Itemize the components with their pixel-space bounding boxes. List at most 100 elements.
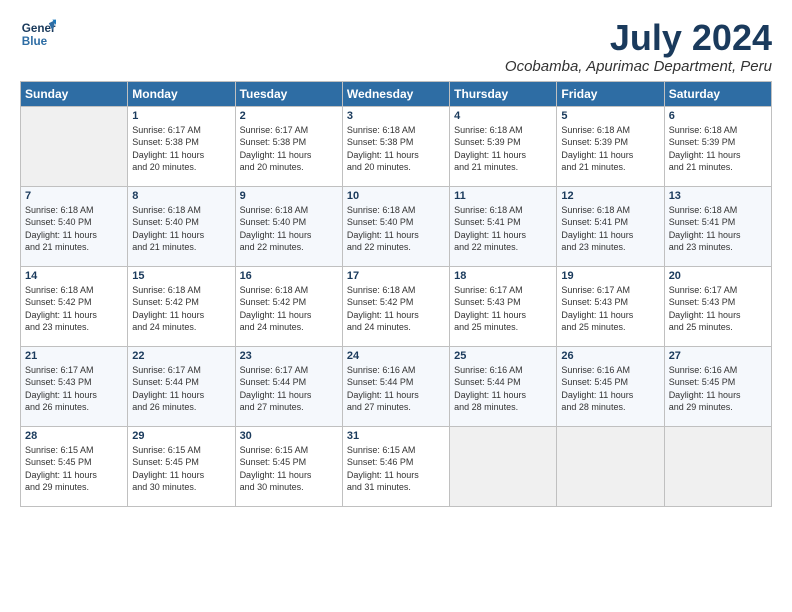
day-cell: 26 Sunrise: 6:16 AM Sunset: 5:45 PM Dayli… bbox=[557, 346, 664, 426]
day-info: Sunrise: 6:18 AM Sunset: 5:42 PM Dayligh… bbox=[347, 284, 445, 334]
day-info: Sunrise: 6:17 AM Sunset: 5:38 PM Dayligh… bbox=[240, 124, 338, 174]
day-cell: 25Sunrise: 6:16 AM Sunset: 5:44 PM Dayli… bbox=[450, 346, 557, 426]
day-info: Sunrise: 6:17 AM Sunset: 5:43 PM Dayligh… bbox=[454, 284, 552, 334]
day-cell: 17 Sunrise: 6:18 AM Sunset: 5:42 PM Dayli… bbox=[342, 266, 449, 346]
day-info: Sunrise: 6:17 AM Sunset: 5:38 PM Dayligh… bbox=[132, 124, 230, 174]
day-info: Sunrise: 6:17 AM Sunset: 5:43 PM Dayligh… bbox=[25, 364, 123, 414]
day-number: 3 bbox=[347, 110, 445, 122]
day-cell bbox=[21, 106, 128, 186]
day-number: 14 bbox=[25, 270, 123, 282]
day-number: 6 bbox=[669, 110, 767, 122]
day-number: 13 bbox=[669, 190, 767, 202]
day-header-friday: Friday bbox=[557, 81, 664, 106]
day-cell: 1 Sunrise: 6:17 AM Sunset: 5:38 PM Daylig… bbox=[128, 106, 235, 186]
week-row-5: 28 Sunrise: 6:15 AM Sunset: 5:45 PM Dayli… bbox=[21, 426, 772, 506]
day-cell: 21Sunrise: 6:17 AM Sunset: 5:43 PM Dayli… bbox=[21, 346, 128, 426]
day-info: Sunrise: 6:18 AM Sunset: 5:41 PM Dayligh… bbox=[454, 204, 552, 254]
week-row-3: 14 Sunrise: 6:18 AM Sunset: 5:42 PM Dayli… bbox=[21, 266, 772, 346]
day-cell bbox=[664, 426, 771, 506]
day-cell: 16 Sunrise: 6:18 AM Sunset: 5:42 PM Dayli… bbox=[235, 266, 342, 346]
header-row: SundayMondayTuesdayWednesdayThursdayFrid… bbox=[21, 81, 772, 106]
logo-icon: General Blue bbox=[20, 16, 56, 52]
day-cell: 23Sunrise: 6:17 AM Sunset: 5:44 PM Dayli… bbox=[235, 346, 342, 426]
day-number: 2 bbox=[240, 110, 338, 122]
day-number: 16 bbox=[240, 270, 338, 282]
day-cell: 29Sunrise: 6:15 AM Sunset: 5:45 PM Dayli… bbox=[128, 426, 235, 506]
day-number: 20 bbox=[669, 270, 767, 282]
day-header-saturday: Saturday bbox=[664, 81, 771, 106]
day-cell: 4Sunrise: 6:18 AM Sunset: 5:39 PM Daylig… bbox=[450, 106, 557, 186]
day-cell: 11 Sunrise: 6:18 AM Sunset: 5:41 PM Dayli… bbox=[450, 186, 557, 266]
day-number: 11 bbox=[454, 190, 552, 202]
day-number: 10 bbox=[347, 190, 445, 202]
day-info: Sunrise: 6:18 AM Sunset: 5:42 PM Dayligh… bbox=[240, 284, 338, 334]
day-number: 1 bbox=[132, 110, 230, 122]
day-info: Sunrise: 6:18 AM Sunset: 5:38 PM Dayligh… bbox=[347, 124, 445, 174]
day-info: Sunrise: 6:18 AM Sunset: 5:41 PM Dayligh… bbox=[561, 204, 659, 254]
day-number: 17 bbox=[347, 270, 445, 282]
day-info: Sunrise: 6:16 AM Sunset: 5:45 PM Dayligh… bbox=[561, 364, 659, 414]
day-cell: 31Sunrise: 6:15 AM Sunset: 5:46 PM Dayli… bbox=[342, 426, 449, 506]
day-cell: 12 Sunrise: 6:18 AM Sunset: 5:41 PM Dayli… bbox=[557, 186, 664, 266]
day-cell: 22Sunrise: 6:17 AM Sunset: 5:44 PM Dayli… bbox=[128, 346, 235, 426]
day-cell bbox=[557, 426, 664, 506]
day-info: Sunrise: 6:18 AM Sunset: 5:42 PM Dayligh… bbox=[132, 284, 230, 334]
day-number: 8 bbox=[132, 190, 230, 202]
day-number: 5 bbox=[561, 110, 659, 122]
location: Ocobamba, Apurimac Department, Peru bbox=[505, 58, 772, 75]
day-cell: 14 Sunrise: 6:18 AM Sunset: 5:42 PM Dayli… bbox=[21, 266, 128, 346]
title-area: July 2024 Ocobamba, Apurimac Department,… bbox=[505, 18, 772, 75]
day-cell: 13 Sunrise: 6:18 AM Sunset: 5:41 PM Dayli… bbox=[664, 186, 771, 266]
logo: General Blue bbox=[20, 18, 58, 54]
day-cell: 20 Sunrise: 6:17 AM Sunset: 5:43 PM Dayli… bbox=[664, 266, 771, 346]
day-number: 30 bbox=[240, 430, 338, 442]
day-info: Sunrise: 6:18 AM Sunset: 5:40 PM Dayligh… bbox=[132, 204, 230, 254]
day-number: 25 bbox=[454, 350, 552, 362]
day-number: 27 bbox=[669, 350, 767, 362]
day-info: Sunrise: 6:17 AM Sunset: 5:43 PM Dayligh… bbox=[669, 284, 767, 334]
day-number: 26 bbox=[561, 350, 659, 362]
day-cell: 18 Sunrise: 6:17 AM Sunset: 5:43 PM Dayli… bbox=[450, 266, 557, 346]
day-header-thursday: Thursday bbox=[450, 81, 557, 106]
day-info: Sunrise: 6:15 AM Sunset: 5:45 PM Dayligh… bbox=[25, 444, 123, 494]
day-cell: 15Sunrise: 6:18 AM Sunset: 5:42 PM Dayli… bbox=[128, 266, 235, 346]
day-info: Sunrise: 6:18 AM Sunset: 5:40 PM Dayligh… bbox=[25, 204, 123, 254]
day-cell: 5 Sunrise: 6:18 AM Sunset: 5:39 PM Daylig… bbox=[557, 106, 664, 186]
day-cell: 10 Sunrise: 6:18 AM Sunset: 5:40 PM Dayli… bbox=[342, 186, 449, 266]
day-number: 9 bbox=[240, 190, 338, 202]
day-header-sunday: Sunday bbox=[21, 81, 128, 106]
day-cell: 24 Sunrise: 6:16 AM Sunset: 5:44 PM Dayli… bbox=[342, 346, 449, 426]
day-info: Sunrise: 6:18 AM Sunset: 5:40 PM Dayligh… bbox=[347, 204, 445, 254]
day-info: Sunrise: 6:18 AM Sunset: 5:40 PM Dayligh… bbox=[240, 204, 338, 254]
day-number: 12 bbox=[561, 190, 659, 202]
day-info: Sunrise: 6:17 AM Sunset: 5:43 PM Dayligh… bbox=[561, 284, 659, 334]
header: General Blue July 2024 Ocobamba, Apurima… bbox=[20, 18, 772, 75]
day-info: Sunrise: 6:17 AM Sunset: 5:44 PM Dayligh… bbox=[240, 364, 338, 414]
day-number: 24 bbox=[347, 350, 445, 362]
day-info: Sunrise: 6:17 AM Sunset: 5:44 PM Dayligh… bbox=[132, 364, 230, 414]
day-info: Sunrise: 6:18 AM Sunset: 5:39 PM Dayligh… bbox=[669, 124, 767, 174]
day-header-wednesday: Wednesday bbox=[342, 81, 449, 106]
day-info: Sunrise: 6:18 AM Sunset: 5:42 PM Dayligh… bbox=[25, 284, 123, 334]
day-number: 29 bbox=[132, 430, 230, 442]
day-number: 28 bbox=[25, 430, 123, 442]
week-row-2: 7Sunrise: 6:18 AM Sunset: 5:40 PM Daylig… bbox=[21, 186, 772, 266]
svg-text:Blue: Blue bbox=[22, 35, 48, 48]
day-header-tuesday: Tuesday bbox=[235, 81, 342, 106]
day-number: 18 bbox=[454, 270, 552, 282]
day-info: Sunrise: 6:15 AM Sunset: 5:45 PM Dayligh… bbox=[240, 444, 338, 494]
day-cell: 8 Sunrise: 6:18 AM Sunset: 5:40 PM Daylig… bbox=[128, 186, 235, 266]
day-cell: 3 Sunrise: 6:18 AM Sunset: 5:38 PM Daylig… bbox=[342, 106, 449, 186]
day-cell: 9 Sunrise: 6:18 AM Sunset: 5:40 PM Daylig… bbox=[235, 186, 342, 266]
day-cell: 2 Sunrise: 6:17 AM Sunset: 5:38 PM Daylig… bbox=[235, 106, 342, 186]
day-info: Sunrise: 6:18 AM Sunset: 5:39 PM Dayligh… bbox=[561, 124, 659, 174]
day-info: Sunrise: 6:16 AM Sunset: 5:44 PM Dayligh… bbox=[347, 364, 445, 414]
day-info: Sunrise: 6:15 AM Sunset: 5:46 PM Dayligh… bbox=[347, 444, 445, 494]
week-row-1: 1 Sunrise: 6:17 AM Sunset: 5:38 PM Daylig… bbox=[21, 106, 772, 186]
month-title: July 2024 bbox=[505, 18, 772, 58]
day-cell: 27Sunrise: 6:16 AM Sunset: 5:45 PM Dayli… bbox=[664, 346, 771, 426]
day-cell: 30 Sunrise: 6:15 AM Sunset: 5:45 PM Dayli… bbox=[235, 426, 342, 506]
calendar-table: SundayMondayTuesdayWednesdayThursdayFrid… bbox=[20, 81, 772, 507]
day-number: 4 bbox=[454, 110, 552, 122]
day-info: Sunrise: 6:18 AM Sunset: 5:41 PM Dayligh… bbox=[669, 204, 767, 254]
